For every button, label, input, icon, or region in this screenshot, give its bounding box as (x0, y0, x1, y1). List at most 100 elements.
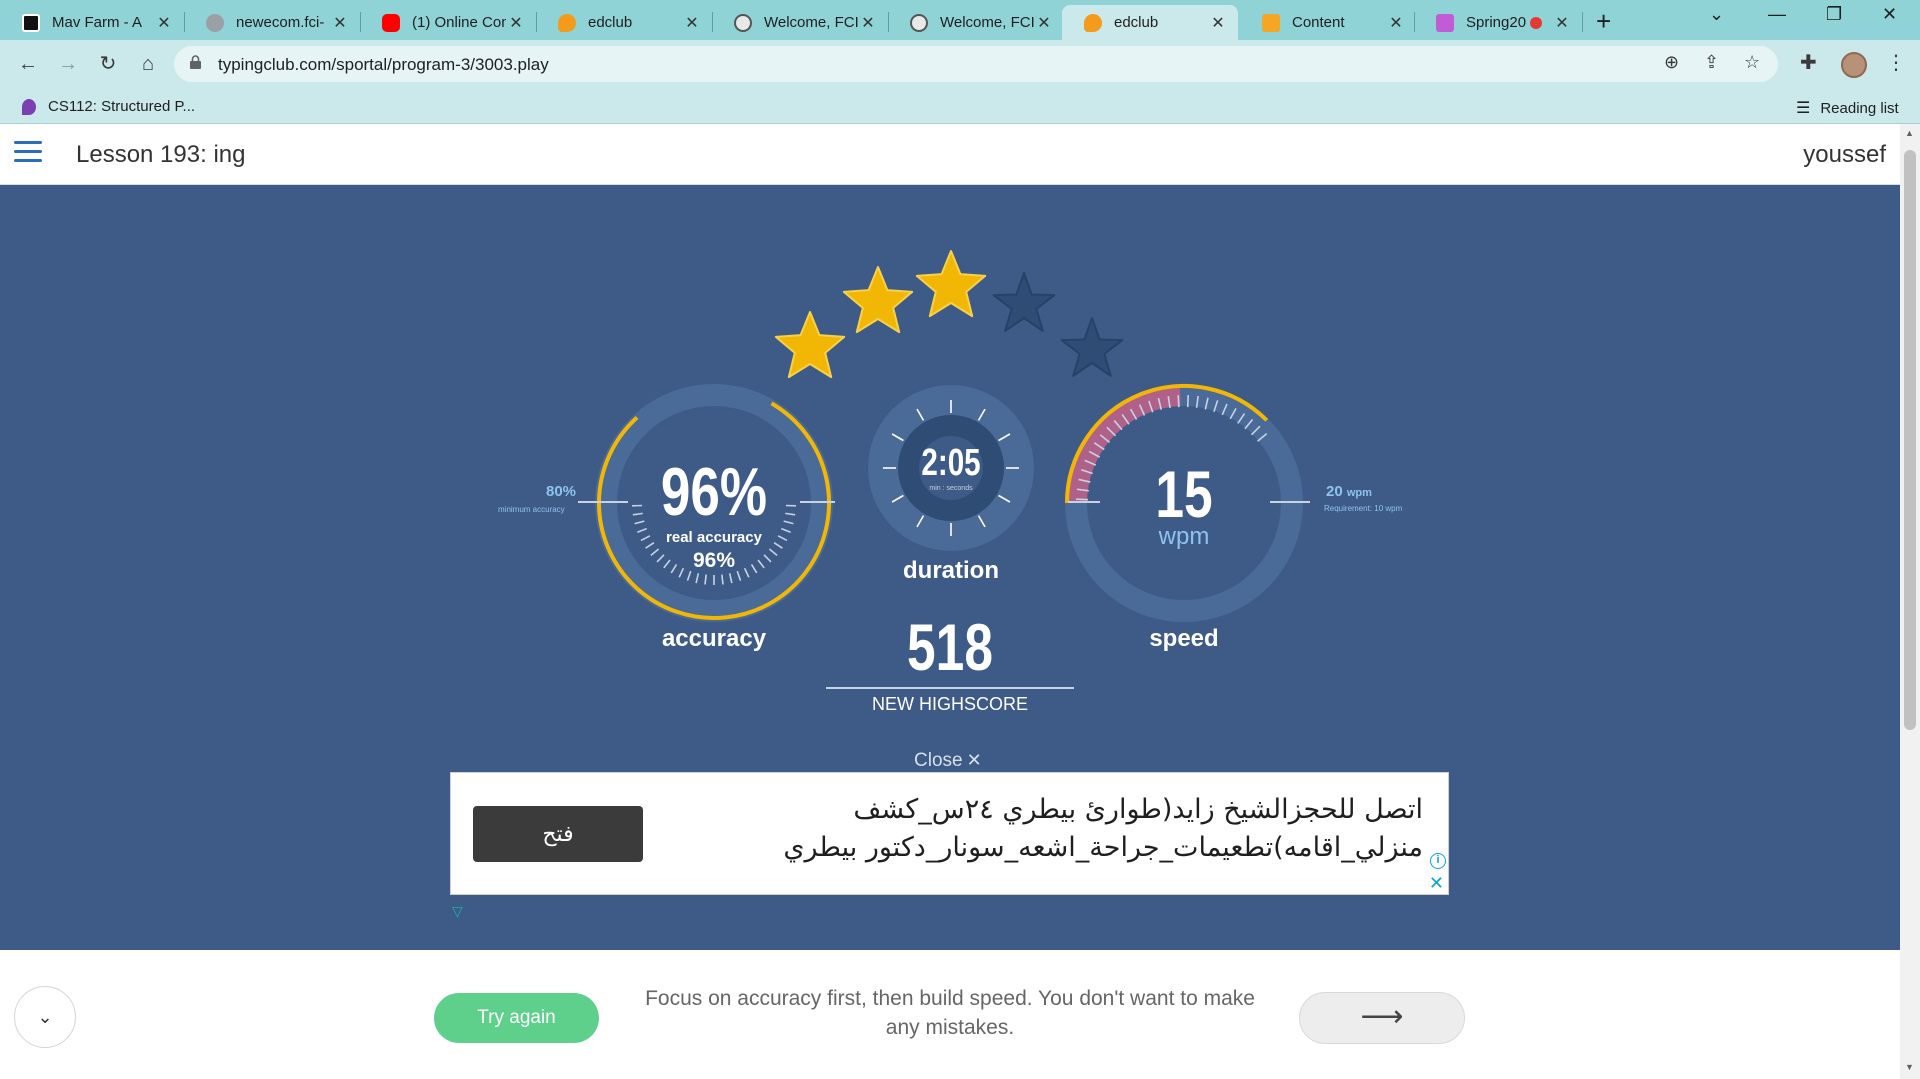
bookmarks-bar: CS112: Structured P... ☰ Reading list (0, 90, 1920, 124)
username[interactable]: youssef (1803, 141, 1886, 169)
scroll-up-icon[interactable]: ▲ (1905, 128, 1914, 138)
globe-icon (206, 13, 224, 32)
scroll-down-icon[interactable]: ▼ (1905, 1062, 1914, 1072)
duration-label: duration (903, 557, 999, 584)
accuracy-tick (721, 574, 724, 585)
speed-value: 15 (1155, 457, 1213, 531)
close-ad-button[interactable]: Close ✕ (914, 750, 982, 772)
ad-open-button[interactable]: فتح (473, 806, 643, 862)
bookmark-icon (22, 98, 36, 115)
ad-info-icon[interactable]: i (1430, 853, 1446, 869)
tab-edclub-active[interactable]: edclub ✕ (1062, 5, 1238, 40)
tab-bar: Mav Farm - A ✕ newecom.fci- ✕ (1) Online… (0, 0, 1920, 40)
star-filled-icon (774, 311, 846, 379)
bookmark-cs112[interactable]: CS112: Structured P... (22, 98, 195, 115)
accuracy-value: 96% (660, 454, 768, 530)
highscore-divider (826, 687, 1074, 689)
tab-title: Mav Farm - A (52, 14, 143, 31)
close-tab-icon[interactable]: ✕ (1208, 13, 1228, 33)
tab-title: Spring202 (1466, 14, 1526, 31)
ad-flag-icon[interactable]: ▽ (452, 903, 463, 920)
close-tab-icon[interactable]: ✕ (330, 13, 350, 33)
ad-banner[interactable]: فتح اتصل للحجزالشيخ زايد(طوارئ بيطري ٢٤س… (450, 772, 1449, 895)
piano-icon (22, 13, 40, 32)
tab-mav-farm[interactable]: Mav Farm - A ✕ (0, 5, 184, 40)
reload-icon[interactable]: ↻ (92, 48, 124, 80)
speed-req-value: 20 wpm (1326, 483, 1372, 500)
tab-youtube[interactable]: (1) Online Con ✕ (360, 5, 536, 40)
tab-title: Welcome, FCI (764, 14, 858, 31)
close-tab-icon[interactable]: ✕ (858, 13, 878, 33)
url-text: typingclub.com/sportal/program-3/3003.pl… (218, 55, 549, 74)
tab-title: edclub (1114, 14, 1159, 31)
forward-icon[interactable]: → (52, 48, 84, 80)
avatar[interactable] (1841, 52, 1867, 78)
tab-edclub-1[interactable]: edclub ✕ (536, 5, 712, 40)
tab-title: (1) Online Con (412, 14, 506, 31)
reading-list-icon: ☰ (1796, 100, 1811, 117)
tab-newecom[interactable]: newecom.fci- ✕ (184, 5, 360, 40)
lesson-title: Lesson 193: ing (76, 141, 246, 168)
speed-req-unit: wpm (1346, 487, 1372, 499)
bottom-bar: ⌄ Try again Focus on accuracy first, the… (0, 950, 1900, 1079)
close-window-icon[interactable]: ✕ (1882, 4, 1897, 25)
browser-toolbar: ← → ↻ ⌂ typingclub.com/sportal/program-3… (0, 40, 1920, 90)
duration-value: 2:05 (921, 442, 981, 484)
bookmark-star-icon[interactable]: ☆ (1744, 52, 1760, 73)
close-tab-icon[interactable]: ✕ (1386, 13, 1406, 33)
back-icon[interactable]: ← (12, 48, 44, 80)
reading-list-button[interactable]: ☰ Reading list (1796, 98, 1899, 118)
close-tab-icon[interactable]: ✕ (1034, 13, 1054, 33)
speed-tick (1177, 395, 1180, 408)
arrow-right-icon: ⟶ (1360, 1000, 1404, 1033)
university-icon (734, 13, 752, 32)
star-empty-icon (1060, 317, 1124, 377)
new-tab-icon[interactable]: + (1596, 6, 1611, 37)
ad-close-icon[interactable]: ✕ (1429, 873, 1444, 894)
pencil-icon (1262, 13, 1280, 32)
close-icon: ✕ (966, 750, 982, 770)
close-tab-icon[interactable]: ✕ (154, 13, 174, 33)
real-accuracy-value: 96% (692, 549, 736, 572)
close-tab-icon[interactable]: ✕ (682, 13, 702, 33)
zoom-icon[interactable]: ⊕ (1664, 52, 1679, 73)
accuracy-min-label: minimum accuracy (498, 505, 565, 514)
menu-dots-icon[interactable]: ⋮ (1886, 50, 1906, 75)
tab-spring[interactable]: Spring202 ✕ (1414, 5, 1582, 40)
lock-icon (190, 55, 201, 69)
tab-title: Welcome, FCI (940, 14, 1034, 31)
star-rating (774, 250, 1124, 379)
home-icon[interactable]: ⌂ (132, 48, 164, 80)
close-tab-icon[interactable]: ✕ (506, 13, 526, 33)
restore-icon[interactable]: ❐ (1826, 4, 1842, 25)
tab-search-icon[interactable]: ⌄ (1709, 4, 1724, 25)
university-icon (910, 13, 928, 32)
accuracy-label: accuracy (661, 625, 767, 652)
share-icon[interactable]: ⇪ (1704, 52, 1719, 73)
minimize-icon[interactable]: — (1768, 4, 1786, 25)
reading-list-label: Reading list (1820, 99, 1899, 117)
video-icon (1436, 13, 1454, 32)
try-again-button[interactable]: Try again (434, 993, 599, 1043)
tab-welcome-2[interactable]: Welcome, FCI ✕ (888, 5, 1064, 40)
bookmark-label: CS112: Structured P... (48, 98, 196, 115)
page-header: Lesson 193: ing youssef (0, 125, 1900, 185)
edclub-icon (558, 13, 576, 32)
close-tab-icon[interactable]: ✕ (1552, 13, 1572, 33)
tab-title: newecom.fci- (236, 14, 325, 31)
star-filled-icon (842, 266, 914, 334)
tab-welcome-1[interactable]: Welcome, FCI ✕ (712, 5, 888, 40)
scrollbar-thumb[interactable] (1904, 150, 1916, 730)
tab-content[interactable]: Content ✕ (1240, 5, 1416, 40)
page-scrollbar[interactable]: ▲ ▼ (1900, 124, 1920, 1079)
chevron-down-icon[interactable]: ⌄ (14, 986, 76, 1048)
tip-text: Focus on accuracy first, then build spee… (645, 987, 1255, 1039)
extensions-icon[interactable]: ✚ (1800, 50, 1817, 75)
hamburger-menu-icon[interactable] (14, 141, 42, 163)
highscore-value: 518 (907, 610, 993, 684)
next-button[interactable]: ⟶ (1299, 992, 1465, 1044)
edclub-icon (1084, 13, 1102, 32)
address-bar[interactable]: typingclub.com/sportal/program-3/3003.pl… (174, 46, 1778, 82)
ad-text[interactable]: اتصل للحجزالشيخ زايد(طوارئ بيطري ٢٤س_كشف… (701, 791, 1423, 867)
tab-separator (1582, 12, 1583, 32)
